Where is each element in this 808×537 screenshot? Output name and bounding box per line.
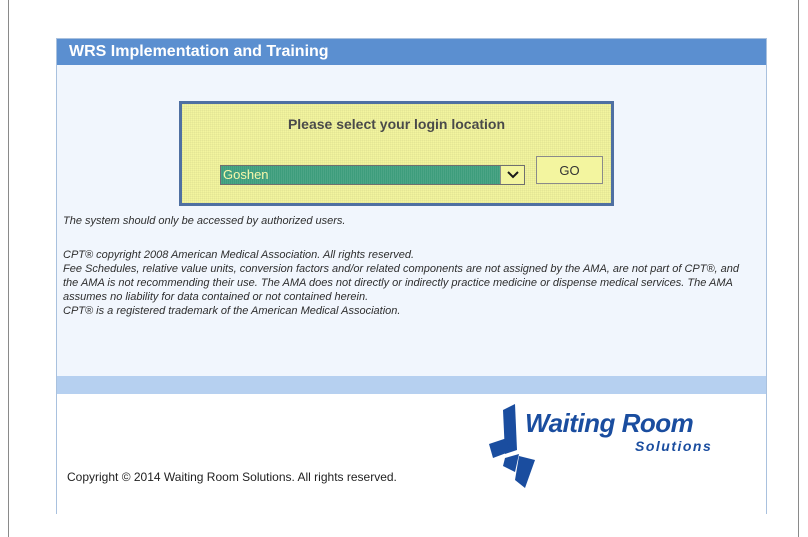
chevron-down-icon[interactable] (500, 166, 524, 184)
copyright-text: Copyright © 2014 Waiting Room Solutions.… (67, 470, 397, 484)
go-button[interactable]: GO (536, 156, 603, 184)
fee-schedule-disclaimer: Fee Schedules, relative value units, con… (63, 263, 740, 303)
cpt-legal-notice: CPT® copyright 2008 American Medical Ass… (63, 248, 753, 318)
location-selected-value[interactable]: Goshen (221, 166, 500, 184)
login-location-box: Please select your login location Goshen… (179, 101, 614, 206)
cpt-copyright-line: CPT® copyright 2008 American Medical Ass… (63, 249, 415, 261)
main-panel: WRS Implementation and Training Please s… (56, 38, 767, 514)
waiting-room-solutions-logo: Waiting Room Solutions (485, 400, 745, 490)
cpt-trademark-line: CPT® is a registered trademark of the Am… (63, 305, 401, 317)
logo-subtitle: Solutions (635, 438, 713, 454)
login-prompt: Please select your login location (287, 116, 506, 132)
location-select[interactable]: Goshen (220, 165, 525, 185)
footer: Waiting Room Solutions Copyright © 2014 … (57, 394, 766, 514)
divider-band (57, 376, 766, 394)
authorized-users-notice: The system should only be accessed by au… (63, 215, 346, 227)
panel-title: WRS Implementation and Training (57, 39, 766, 65)
logo-wordmark: Waiting Room (525, 408, 694, 438)
